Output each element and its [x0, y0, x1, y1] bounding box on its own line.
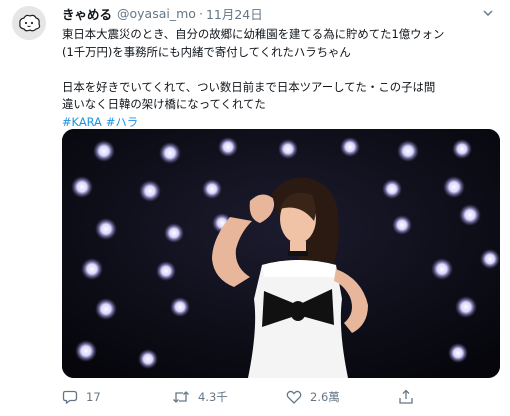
share-icon — [399, 389, 413, 404]
retweet-button[interactable]: 4.3千 — [172, 389, 286, 405]
tweet-content: きゃめる @oyasai_mo · 11月24日 東日本大震災のとき、自分の故郷… — [62, 0, 502, 131]
like-count: 2.6萬 — [310, 390, 340, 404]
separator-dot: · — [198, 5, 203, 21]
tweet-card[interactable]: きゃめる @oyasai_mo · 11月24日 東日本大震災のとき、自分の故郷… — [0, 0, 510, 416]
tweet-actions: 17 4.3千 2.6萬 — [62, 384, 502, 410]
tweet-line: 東日本大震災のとき、自分の故郷に幼稚園を建てる為に貯めてた1億ウォン — [62, 27, 445, 41]
hashtag-link[interactable]: #KARA — [62, 115, 102, 129]
reply-icon — [62, 390, 78, 405]
share-button[interactable] — [398, 389, 438, 405]
concert-photo — [62, 129, 500, 378]
tweet-text: 東日本大震災のとき、自分の故郷に幼稚園を建てる為に貯めてた1億ウォン (1千万円… — [62, 26, 502, 131]
user-handle[interactable]: @oyasai_mo — [117, 6, 196, 21]
tweet-header: きゃめる @oyasai_mo · 11月24日 — [62, 0, 502, 26]
retweet-icon — [173, 391, 189, 403]
tweet-line: 日本を好きでいてくれて、つい数日前まで日本ツアーしてた・この子は間 — [62, 79, 436, 94]
heart-icon — [286, 390, 302, 404]
chevron-down-icon — [483, 10, 493, 16]
tweet-date[interactable]: 11月24日 — [206, 4, 263, 23]
tweet-line: (1千万円)を事務所にも内緒で寄付してくれたハラちゃん — [62, 44, 351, 59]
like-button[interactable]: 2.6萬 — [286, 389, 398, 405]
sheep-avatar-icon — [12, 6, 46, 40]
hashtag-link[interactable]: #ハラ — [106, 115, 138, 129]
display-name[interactable]: きゃめる — [62, 4, 112, 23]
tweet-line: 違いなく日韓の架け橋になってくれてた — [62, 97, 266, 111]
more-button[interactable] — [478, 3, 498, 23]
reply-count: 17 — [86, 390, 101, 404]
retweet-count: 4.3千 — [198, 390, 228, 404]
avatar[interactable] — [12, 6, 46, 40]
reply-button[interactable]: 17 — [62, 389, 172, 405]
tweet-photo[interactable] — [62, 129, 500, 378]
